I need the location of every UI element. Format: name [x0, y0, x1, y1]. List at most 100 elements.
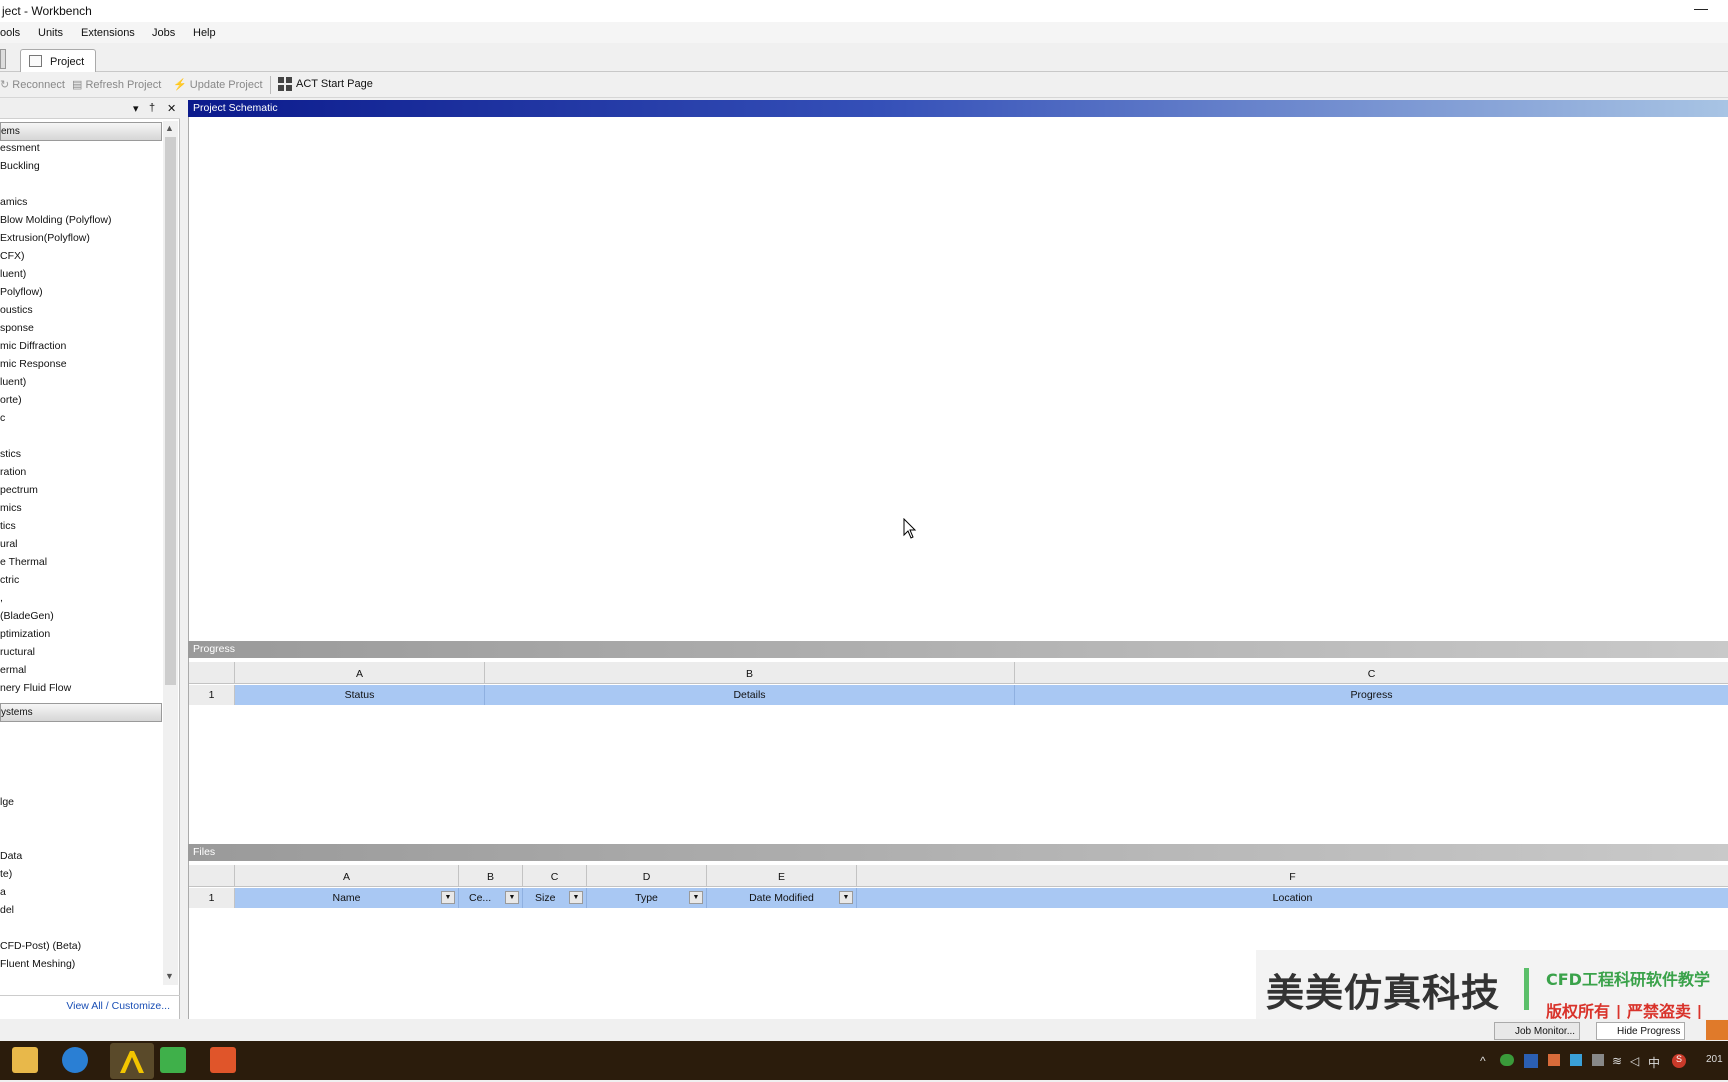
toolbox-item[interactable]: del [0, 904, 14, 916]
wifi-icon[interactable]: ≋ [1612, 1054, 1622, 1068]
toolbox-item[interactable]: (BladeGen) [0, 610, 54, 622]
toolbox-item[interactable]: oustics [0, 304, 33, 316]
progress-details-header[interactable]: Details [485, 685, 1015, 705]
browser-icon[interactable] [62, 1047, 88, 1073]
progress-progress-header[interactable]: Progress [1015, 685, 1728, 705]
toolbox-item[interactable]: ptimization [0, 628, 50, 640]
tab-previous[interactable] [0, 49, 6, 69]
files-col-c: C [523, 865, 587, 887]
toolbox-item[interactable]: Data [0, 850, 22, 862]
toolbox-item[interactable]: mics [0, 502, 22, 514]
minimize-button[interactable]: — [1694, 0, 1708, 16]
toolbox-item[interactable]: stics [0, 448, 21, 460]
menu-bar: ools Units Extensions Jobs Help [0, 22, 1728, 43]
chevron-down-icon[interactable]: ▼ [689, 891, 703, 904]
files-date-header[interactable]: Date Modified ▼ [707, 888, 857, 908]
toolbox-item[interactable]: tics [0, 520, 16, 532]
progress-col-b: B [485, 662, 1015, 684]
toolbox-item[interactable]: a [0, 886, 6, 898]
category-analysis-systems[interactable]: ems [0, 122, 162, 141]
files-cell-header[interactable]: Ce... ▼ [459, 888, 523, 908]
update-project-button[interactable]: ⚡ Update Project [173, 78, 263, 91]
toolbox-item[interactable]: mic Response [0, 358, 67, 370]
schematic-canvas[interactable] [188, 117, 1728, 641]
toolbox-item[interactable]: te) [0, 868, 12, 880]
progress-status-header[interactable]: Status [235, 685, 485, 705]
toolbox-item[interactable]: Extrusion(Polyflow) [0, 232, 90, 244]
toolbox-item[interactable]: ural [0, 538, 18, 550]
files-col-b: B [459, 865, 523, 887]
toolbox-dropdown-icon[interactable]: ▾ [133, 102, 139, 115]
chevron-down-icon[interactable]: ▼ [441, 891, 455, 904]
recorder-icon[interactable] [210, 1047, 236, 1073]
toolbox-item[interactable]: luent) [0, 376, 26, 388]
files-cell-label: Ce... [469, 892, 492, 904]
act-start-page-button[interactable]: ACT Start Page [296, 78, 373, 90]
notification-icon[interactable] [1706, 1020, 1728, 1040]
toolbox-item[interactable]: orte) [0, 394, 22, 406]
reconnect-button[interactable]: ↻ Reconnect [0, 78, 65, 91]
files-name-header[interactable]: Name ▼ [235, 888, 459, 908]
files-size-header[interactable]: Size ▼ [523, 888, 587, 908]
toolbox-scrollbar[interactable]: ▲ ▼ [163, 121, 178, 985]
toolbox-item[interactable]: sponse [0, 322, 34, 334]
file-explorer-icon[interactable] [12, 1047, 38, 1073]
sogou-icon[interactable]: S [1672, 1054, 1686, 1068]
view-all-customize-link[interactable]: View All / Customize... [0, 995, 180, 1015]
tab-project[interactable]: Project [20, 49, 96, 72]
toolbox-item[interactable]: ctric [0, 574, 19, 586]
scroll-thumb[interactable] [165, 137, 176, 685]
menu-help[interactable]: Help [193, 27, 216, 39]
toolbox-item[interactable]: c [0, 412, 5, 424]
scroll-up-icon[interactable]: ▲ [165, 123, 174, 133]
toolbox-item[interactable]: Fluent Meshing) [0, 958, 75, 970]
volume-icon[interactable]: ◁ [1630, 1054, 1639, 1068]
chevron-down-icon[interactable]: ▼ [505, 891, 519, 904]
toolbox-item[interactable]: nery Fluid Flow [0, 682, 71, 694]
ime-indicator[interactable]: 中 [1648, 1054, 1660, 1071]
toolbox-item[interactable]: CFD-Post) (Beta) [0, 940, 81, 952]
progress-header-row: 1 Status Details Progress [189, 685, 1728, 705]
files-location-header[interactable]: Location [857, 888, 1728, 908]
toolbox-item[interactable]: lge [0, 796, 14, 808]
wechat-icon[interactable] [1500, 1054, 1514, 1066]
category-component-systems[interactable]: ystems [0, 703, 162, 722]
chevron-down-icon[interactable]: ▼ [569, 891, 583, 904]
toolbox-item[interactable]: luent) [0, 268, 26, 280]
job-monitor-button[interactable]: Job Monitor... [1494, 1022, 1581, 1040]
menu-tools[interactable]: ools [0, 27, 20, 39]
files-col-f: F [857, 865, 1728, 887]
word-icon[interactable] [1524, 1054, 1538, 1068]
reconnect-label: Reconnect [12, 79, 65, 91]
hide-progress-button[interactable]: Hide Progress [1596, 1022, 1686, 1040]
toolbox-item[interactable]: Polyflow) [0, 286, 43, 298]
toolbox-item[interactable]: ructural [0, 646, 35, 658]
toolbox-item[interactable]: , [0, 592, 3, 604]
toolbox-item[interactable]: pectrum [0, 484, 38, 496]
toolbox-item[interactable]: e Thermal [0, 556, 47, 568]
clock[interactable]: 201 [1706, 1054, 1723, 1065]
menu-extensions[interactable]: Extensions [81, 27, 135, 39]
toolbox-item[interactable]: mic Diffraction [0, 340, 66, 352]
toolbox-pin-icon[interactable]: † [149, 102, 155, 114]
toolbox-item[interactable]: amics [0, 196, 27, 208]
scroll-down-icon[interactable]: ▼ [165, 971, 174, 981]
menu-jobs[interactable]: Jobs [152, 27, 175, 39]
toolbox-close-icon[interactable]: ✕ [167, 102, 176, 115]
shield-icon[interactable] [1570, 1054, 1582, 1066]
toolbox-item[interactable]: ermal [0, 664, 26, 676]
toolbox-item[interactable]: essment [0, 142, 40, 154]
ansys-workbench-icon[interactable] [110, 1043, 154, 1079]
toolbox-item[interactable]: ration [0, 466, 26, 478]
toolbox-item[interactable]: Buckling [0, 160, 40, 172]
tray-app-icon[interactable] [1548, 1054, 1560, 1066]
chevron-down-icon[interactable]: ▼ [839, 891, 853, 904]
camtasia-icon[interactable] [160, 1047, 186, 1073]
toolbox-item[interactable]: CFX) [0, 250, 25, 262]
toolbox-item[interactable]: Blow Molding (Polyflow) [0, 214, 111, 226]
tray-user-icon[interactable] [1592, 1054, 1604, 1066]
files-type-header[interactable]: Type ▼ [587, 888, 707, 908]
tray-expand-icon[interactable]: ^ [1480, 1054, 1486, 1068]
refresh-project-button[interactable]: ▤ Refresh Project [72, 78, 161, 91]
menu-units[interactable]: Units [38, 27, 63, 39]
